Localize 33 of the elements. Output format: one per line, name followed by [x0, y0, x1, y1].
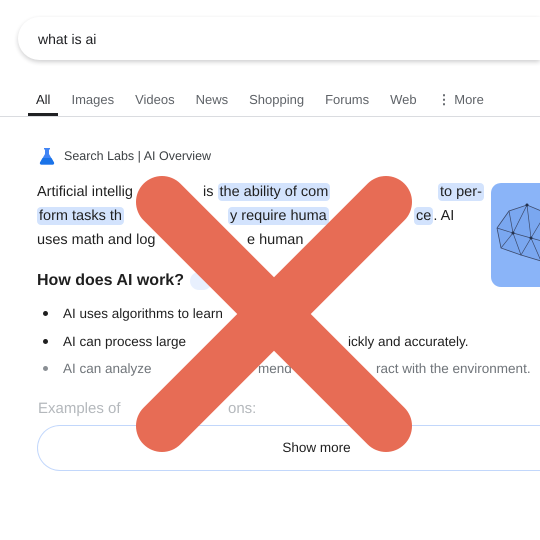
search-tab[interactable]: Web	[382, 82, 425, 116]
search-tab[interactable]: Videos	[127, 82, 183, 116]
overview-label: Search Labs | AI Overview	[64, 149, 212, 163]
bullet-text: ract with the environment.	[376, 360, 531, 378]
bullet-text: AI uses algorithms to learn	[63, 305, 223, 322]
body-text: is	[203, 183, 214, 201]
highlighted-text: ce	[414, 207, 434, 225]
bullet-dot	[43, 311, 48, 316]
flask-icon	[38, 147, 56, 165]
more-menu-tab[interactable]: ⋮ More	[430, 82, 492, 116]
highlighted-text: y require huma	[228, 207, 329, 225]
highlighted-text: the ability of com	[218, 183, 330, 201]
highlighted-text: form tasks th	[37, 207, 124, 225]
search-tab[interactable]: All	[28, 82, 58, 116]
highlighted-text: to per-	[438, 183, 484, 201]
body-text: e human	[247, 231, 304, 249]
bullet-dot	[43, 338, 48, 344]
bullet-text: mend	[258, 360, 292, 378]
section-heading: ons:	[228, 399, 256, 418]
search-field[interactable]: what is ai	[18, 17, 540, 60]
search-tab[interactable]: News	[188, 82, 236, 116]
bullet-text: AI can analyze	[63, 360, 152, 378]
body-text: . AI	[433, 207, 454, 225]
section-heading: How does AI work?	[37, 271, 184, 290]
body-text: uses math and log	[37, 231, 156, 249]
body-text: Artificial intellig	[37, 183, 133, 201]
bullet-text: ickly and accurately.	[348, 332, 469, 350]
section-heading: Examples of	[38, 399, 121, 418]
search-tab[interactable]: Forums	[317, 82, 378, 116]
bullet-text: AI can process large	[63, 332, 186, 350]
bullet-dot	[43, 366, 48, 372]
search-tab[interactable]: Shopping	[241, 82, 312, 116]
search-tab[interactable]: Images	[63, 82, 122, 116]
